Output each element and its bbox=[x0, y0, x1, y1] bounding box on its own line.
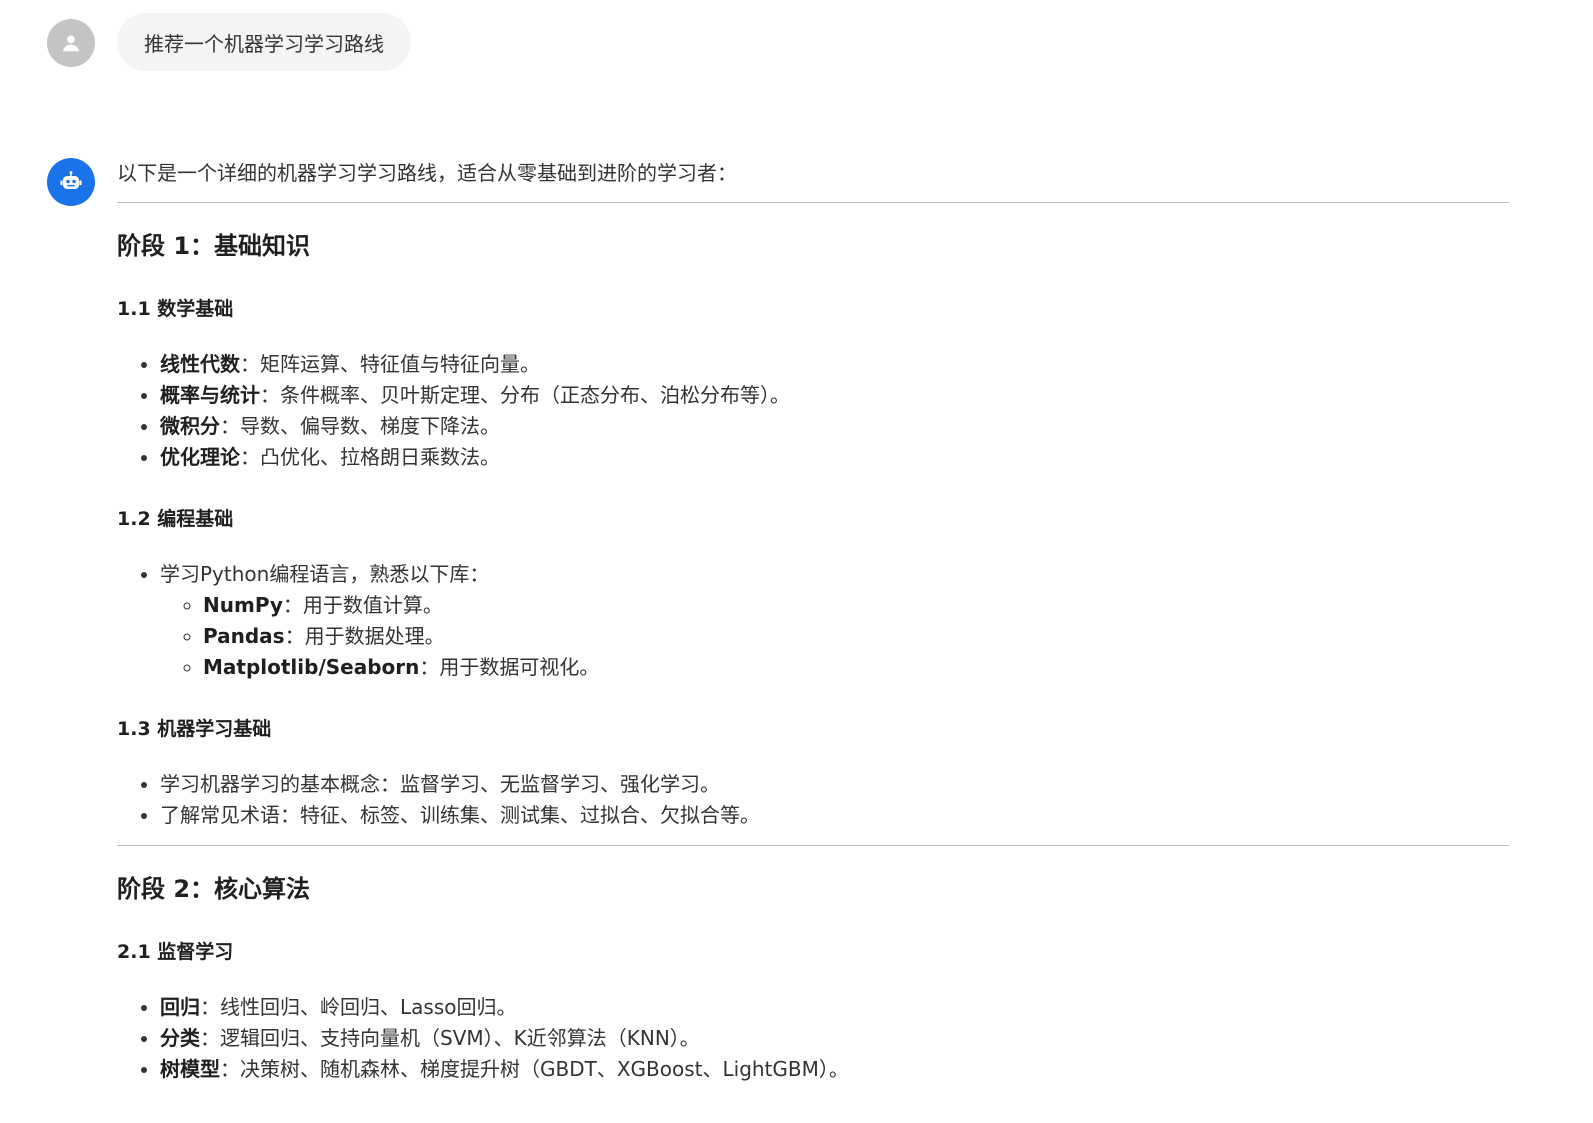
list-item: 学习Python编程语言，熟悉以下库： NumPy：用于数值计算。 Pandas… bbox=[160, 559, 1509, 683]
item-desc: ：线性回归、岭回归、Lasso回归。 bbox=[200, 995, 517, 1019]
list-item: 分类：逻辑回归、支持向量机（SVM）、K近邻算法（KNN）。 bbox=[160, 1023, 1509, 1054]
item-term: 微积分 bbox=[160, 414, 220, 438]
robot-icon bbox=[60, 171, 82, 190]
item-term: Pandas bbox=[203, 624, 285, 648]
divider bbox=[117, 845, 1509, 846]
math-list: 线性代数：矩阵运算、特征值与特征向量。 概率与统计：条件概率、贝叶斯定理、分布（… bbox=[117, 349, 1509, 473]
stage-heading: 阶段 1：基础知识 bbox=[117, 232, 311, 260]
sub-list-item: Matplotlib/Seaborn：用于数据可视化。 bbox=[203, 652, 1509, 683]
item-desc: ：用于数值计算。 bbox=[282, 593, 443, 617]
section-heading: 1.2 编程基础 bbox=[117, 508, 234, 530]
section-heading: 1.1 数学基础 bbox=[117, 298, 234, 320]
list-item: 学习机器学习的基本概念：监督学习、无监督学习、强化学习。 bbox=[160, 769, 1509, 800]
chat-page: 推荐一个机器学习学习路线 以下是一个详细的机器学习学习路线，适合从零基础到进阶的… bbox=[0, 0, 1593, 1123]
user-message-text: 推荐一个机器学习学习路线 bbox=[144, 31, 384, 56]
sub-list-item: NumPy：用于数值计算。 bbox=[203, 590, 1509, 621]
item-term: 概率与统计 bbox=[160, 383, 260, 407]
list-item: 了解常见术语：特征、标签、训练集、测试集、过拟合、欠拟合等。 bbox=[160, 800, 1509, 831]
sub-list-item: Pandas：用于数据处理。 bbox=[203, 621, 1509, 652]
item-desc: ：用于数据可视化。 bbox=[419, 655, 600, 679]
divider bbox=[117, 202, 1509, 203]
item-desc: ：凸优化、拉格朗日乘数法。 bbox=[240, 445, 500, 469]
section-heading: 2.1 监督学习 bbox=[117, 941, 234, 963]
item-term: NumPy bbox=[203, 593, 283, 617]
item-term: Matplotlib/Seaborn bbox=[203, 655, 420, 679]
list-item: 回归：线性回归、岭回归、Lasso回归。 bbox=[160, 992, 1509, 1023]
person-icon bbox=[63, 35, 79, 52]
item-desc: ：逻辑回归、支持向量机（SVM）、K近邻算法（KNN）。 bbox=[200, 1026, 700, 1050]
user-avatar bbox=[47, 19, 95, 67]
programming-list: 学习Python编程语言，熟悉以下库： NumPy：用于数值计算。 Pandas… bbox=[117, 559, 1509, 683]
item-desc: ：用于数据处理。 bbox=[284, 624, 445, 648]
item-desc: ：矩阵运算、特征值与特征向量。 bbox=[240, 352, 540, 376]
library-list: NumPy：用于数值计算。 Pandas：用于数据处理。 Matplotlib/… bbox=[160, 590, 1509, 683]
intro-text: 以下是一个详细的机器学习学习路线，适合从零基础到进阶的学习者： bbox=[117, 161, 737, 185]
list-item: 概率与统计：条件概率、贝叶斯定理、分布（正态分布、泊松分布等）。 bbox=[160, 380, 1509, 411]
item-term: 回归 bbox=[160, 995, 200, 1019]
user-message-bubble: 推荐一个机器学习学习路线 bbox=[117, 13, 411, 71]
list-item: 线性代数：矩阵运算、特征值与特征向量。 bbox=[160, 349, 1509, 380]
supervised-list: 回归：线性回归、岭回归、Lasso回归。 分类：逻辑回归、支持向量机（SVM）、… bbox=[117, 992, 1509, 1085]
assistant-message: 以下是一个详细的机器学习学习路线，适合从零基础到进阶的学习者： 阶段 1：基础知… bbox=[117, 158, 1509, 1085]
stage-heading: 阶段 2：核心算法 bbox=[117, 875, 311, 903]
item-term: 树模型 bbox=[160, 1057, 220, 1081]
item-text: 学习Python编程语言，熟悉以下库： bbox=[160, 562, 490, 586]
list-item: 微积分：导数、偏导数、梯度下降法。 bbox=[160, 411, 1509, 442]
item-term: 分类 bbox=[160, 1026, 200, 1050]
item-term: 线性代数 bbox=[160, 352, 240, 376]
item-desc: ：决策树、随机森林、梯度提升树（GBDT、XGBoost、LightGBM）。 bbox=[220, 1057, 849, 1081]
ml-basics-list: 学习机器学习的基本概念：监督学习、无监督学习、强化学习。 了解常见术语：特征、标… bbox=[117, 769, 1509, 831]
item-desc: ：条件概率、贝叶斯定理、分布（正态分布、泊松分布等）。 bbox=[260, 383, 790, 407]
list-item: 树模型：决策树、随机森林、梯度提升树（GBDT、XGBoost、LightGBM… bbox=[160, 1054, 1509, 1085]
list-item: 优化理论：凸优化、拉格朗日乘数法。 bbox=[160, 442, 1509, 473]
item-desc: ：导数、偏导数、梯度下降法。 bbox=[220, 414, 500, 438]
assistant-avatar bbox=[47, 158, 95, 206]
item-term: 优化理论 bbox=[160, 445, 240, 469]
section-heading: 1.3 机器学习基础 bbox=[117, 718, 272, 740]
